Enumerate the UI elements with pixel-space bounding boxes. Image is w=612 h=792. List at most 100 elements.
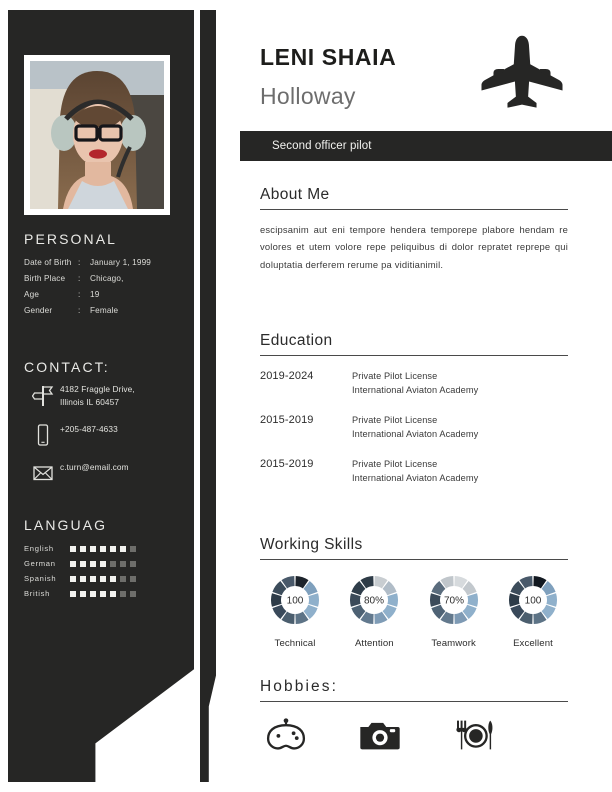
mobile-phone-icon [26, 422, 60, 447]
list-item: 2015-2019 Private Pilot License Internat… [260, 414, 568, 441]
education-years: 2019-2024 [260, 370, 314, 382]
camera-icon [360, 718, 400, 752]
resume-page: PERSONAL Date of Birth : January 1, 1999… [0, 0, 612, 792]
divider [260, 701, 568, 702]
education-degree: Private Pilot License [352, 415, 438, 425]
section-title-education: Education [260, 332, 333, 349]
divider [260, 209, 568, 210]
hobbies-icon-row [260, 718, 568, 752]
skill-item: 100 Excellent [498, 574, 568, 649]
skill-label: Technical [274, 638, 316, 649]
language-dot [130, 545, 136, 552]
language-dot [110, 590, 116, 597]
education-institution: International Aviaton Academy [352, 472, 479, 483]
education-years: 2015-2019 [260, 414, 314, 426]
language-dot [120, 590, 126, 597]
education-institution: International Aviaton Academy [352, 384, 479, 395]
language-dot [120, 575, 126, 582]
donut-chart: 70% [419, 574, 489, 631]
personal-label: Gender [24, 306, 53, 315]
language-dot [90, 575, 96, 582]
education-detail: Private Pilot License International Avia… [352, 414, 478, 441]
education-degree: Private Pilot License [352, 459, 438, 469]
language-dot [100, 575, 106, 582]
skill-item: 80% Attention [339, 574, 409, 649]
list-item: English [24, 541, 184, 556]
donut-chart: 100 [498, 574, 568, 631]
language-name: British [24, 589, 50, 598]
language-dot [130, 590, 136, 597]
list-item: 2019-2024 Private Pilot License Internat… [260, 370, 568, 397]
language-dot [100, 545, 106, 552]
language-dot [130, 575, 136, 582]
list-item: German [24, 556, 184, 571]
divider [260, 559, 568, 560]
personal-colon: : [78, 258, 81, 267]
skill-item: 100 Technical [260, 574, 330, 649]
personal-section-title: PERSONAL [24, 231, 118, 247]
language-dot [80, 545, 86, 552]
page-title: LENI SHAIA [260, 44, 397, 70]
language-dot [100, 590, 106, 597]
language-section-title: LANGUAG [24, 517, 108, 533]
svg-text:100: 100 [525, 596, 542, 607]
education-list: 2019-2024 Private Pilot License Internat… [260, 370, 568, 485]
contact-list: 4182 Fraggle Drive, Illinois IL 60457 +2… [26, 382, 191, 498]
language-dot [90, 545, 96, 552]
personal-colon: : [78, 290, 81, 299]
airplane-icon [478, 34, 566, 118]
personal-label: Date of Birth [24, 258, 72, 267]
language-name: German [24, 559, 56, 568]
personal-value: 19 [90, 290, 100, 299]
language-level-meter [70, 575, 136, 582]
education-institution: International Aviaton Academy [352, 428, 479, 439]
language-name: Spanish [24, 574, 57, 583]
list-item: Spanish [24, 571, 184, 586]
language-dot [90, 560, 96, 567]
envelope-icon [26, 460, 60, 485]
language-level-meter [70, 590, 136, 597]
dining-icon [454, 718, 496, 752]
list-item: Age : 19 [24, 287, 184, 303]
education-section: Education 2019-2024 Private Pilot Licens… [260, 332, 568, 502]
svg-text:100: 100 [287, 596, 304, 607]
list-item: Gender : Female [24, 303, 184, 319]
personal-colon: : [78, 306, 81, 315]
personal-value: Chicago, [90, 274, 124, 283]
language-dot [80, 590, 86, 597]
svg-text:70%: 70% [444, 596, 464, 607]
working-skills-section: Working Skills 100 Technical 80% Attenti… [260, 536, 568, 649]
language-dot [130, 560, 136, 567]
personal-label: Birth Place [24, 274, 66, 283]
contact-address: 4182 Fraggle Drive, Illinois IL 60457 [60, 384, 135, 407]
list-item[interactable]: 4182 Fraggle Drive, Illinois IL 60457 [26, 382, 191, 409]
avatar [24, 55, 170, 215]
language-dot [100, 560, 106, 567]
skills-chart-group: 100 Technical 80% Attention 70% Teamwork… [260, 574, 568, 649]
role-banner: Second officer pilot [240, 131, 612, 161]
language-list: English German Spanish British [24, 541, 184, 601]
skill-label: Teamwork [431, 638, 476, 649]
about-section: About Me escipsanim aut eni tempore hend… [260, 186, 568, 273]
language-dot [70, 575, 76, 582]
game-controller-icon [266, 718, 306, 752]
contact-section-title: CONTACT: [24, 359, 110, 375]
donut-chart: 80% [339, 574, 409, 631]
skill-label: Excellent [513, 638, 553, 649]
language-level-meter [70, 560, 136, 567]
language-dot [120, 545, 126, 552]
language-dot [80, 575, 86, 582]
section-title-skills: Working Skills [260, 536, 363, 553]
education-detail: Private Pilot License International Avia… [352, 370, 478, 397]
personal-value: January 1, 1999 [90, 258, 151, 267]
section-title-hobbies: Hobbies: [260, 678, 338, 695]
personal-colon: : [78, 274, 81, 283]
skill-item: 70% Teamwork [419, 574, 489, 649]
language-dot [90, 590, 96, 597]
list-item[interactable]: c.turn@email.com [26, 460, 191, 485]
language-level-meter [70, 545, 136, 552]
education-detail: Private Pilot License International Avia… [352, 458, 478, 485]
sidebar-accent-strip [200, 10, 216, 782]
list-item[interactable]: +205-487-4633 [26, 422, 191, 447]
divider [260, 355, 568, 356]
